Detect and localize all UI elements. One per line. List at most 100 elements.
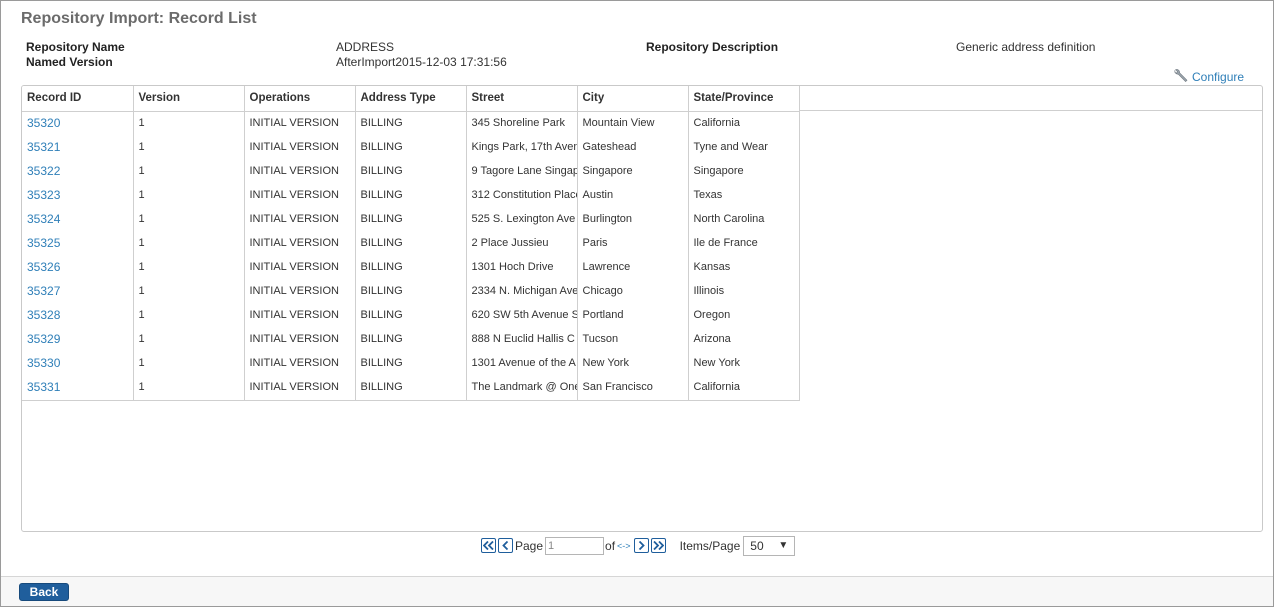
cell-city: Chicago [577, 279, 689, 303]
cell-version: 1 [133, 231, 245, 255]
table-row: 35325 1 INITIAL VERSION BILLING 2 Place Juss… [22, 231, 800, 255]
repository-name-value: ADDRESS [336, 40, 395, 54]
cell-street: 888 N Euclid Hallis C [466, 327, 578, 351]
record-id-link[interactable]: 35330 [22, 351, 134, 375]
record-id-link[interactable]: 35320 [22, 111, 134, 135]
column-header-operations[interactable]: Operations [244, 86, 356, 112]
cell-state-province: Oregon [688, 303, 800, 327]
page-label: Page [515, 538, 544, 553]
cell-address-type: BILLING [355, 327, 467, 351]
cell-street: 2334 N. Michigan Ave [466, 279, 578, 303]
double-chevron-right-icon [652, 541, 664, 550]
cell-city: Tucson [577, 327, 689, 351]
cell-operations: INITIAL VERSION [244, 231, 356, 255]
table-header-row: Record ID ⁀ Version Operations Address Ty… [22, 86, 800, 112]
cell-address-type: BILLING [355, 279, 467, 303]
cell-operations: INITIAL VERSION [244, 207, 356, 231]
cell-address-type: BILLING [355, 207, 467, 231]
cell-version: 1 [133, 255, 245, 279]
table-row: 35328 1 INITIAL VERSION BILLING 620 SW 5th A… [22, 303, 800, 327]
record-id-link[interactable]: 35324 [22, 207, 134, 231]
record-id-link[interactable]: 35327 [22, 279, 134, 303]
cell-city: Mountain View [577, 111, 689, 135]
cell-street: 1301 Hoch Drive [466, 255, 578, 279]
table-row: 35322 1 INITIAL VERSION BILLING 9 Tagore Lan… [22, 159, 800, 183]
cell-state-province: Ile de France [688, 231, 800, 255]
record-id-link[interactable]: 35326 [22, 255, 134, 279]
column-header-state-province[interactable]: State/Province [688, 86, 800, 112]
cell-version: 1 [133, 207, 245, 231]
cell-state-province: Arizona [688, 327, 800, 351]
cell-address-type: BILLING [355, 135, 467, 159]
cell-city: New York [577, 351, 689, 375]
column-header-record-id[interactable]: Record ID ⁀ [22, 86, 134, 112]
cell-address-type: BILLING [355, 255, 467, 279]
cell-operations: INITIAL VERSION [244, 375, 356, 401]
page-number-input[interactable] [545, 536, 605, 555]
items-per-page-select[interactable]: 50 ▼ [743, 535, 796, 556]
cell-version: 1 [133, 135, 245, 159]
cell-street: 1301 Avenue of the A [466, 351, 578, 375]
record-id-link[interactable]: 35329 [22, 327, 134, 351]
cell-address-type: BILLING [355, 351, 467, 375]
repository-name-label: Repository Name [26, 40, 125, 54]
column-header-street[interactable]: Street [466, 86, 578, 112]
cell-address-type: BILLING [355, 231, 467, 255]
column-header-city[interactable]: City [577, 86, 689, 112]
cell-operations: INITIAL VERSION [244, 159, 356, 183]
cell-street: 525 S. Lexington Ave [466, 207, 578, 231]
next-page-button[interactable] [633, 538, 649, 553]
cell-address-type: BILLING [355, 375, 467, 401]
cell-state-province: California [688, 111, 800, 135]
last-page-button[interactable] [650, 538, 666, 553]
record-id-link[interactable]: 35325 [22, 231, 134, 255]
record-grid: Record ID ⁀ Version Operations Address Ty… [21, 85, 1263, 532]
cell-city: Portland [577, 303, 689, 327]
cell-street: 2 Place Jussieu [466, 231, 578, 255]
table-row: 35324 1 INITIAL VERSION BILLING 525 S. Lexin… [22, 207, 800, 231]
back-button[interactable]: Back [19, 583, 69, 601]
cell-version: 1 [133, 279, 245, 303]
first-page-button[interactable] [481, 538, 496, 553]
repository-description-value: Generic address definition [956, 40, 1096, 54]
record-id-link[interactable]: 35322 [22, 159, 134, 183]
cell-address-type: BILLING [355, 183, 467, 207]
grid-header-filler [799, 86, 1262, 111]
record-id-link[interactable]: 35331 [22, 375, 134, 401]
named-version-label: Named Version [26, 55, 113, 69]
cell-city: Gateshead [577, 135, 689, 159]
cell-version: 1 [133, 183, 245, 207]
cell-state-province: Tyne and Wear [688, 135, 800, 159]
named-version-value: AfterImport2015-12-03 17:31:56 [336, 55, 507, 69]
cell-address-type: BILLING [355, 159, 467, 183]
cell-city: Burlington [577, 207, 689, 231]
cell-street: The Landmark @ One [466, 375, 578, 401]
table-row: 35323 1 INITIAL VERSION BILLING 312 Constitu… [22, 183, 800, 207]
wrench-icon [1172, 68, 1189, 85]
page-title: Repository Import: Record List [21, 10, 257, 27]
record-id-link[interactable]: 35328 [22, 303, 134, 327]
record-id-link[interactable]: 35321 [22, 135, 134, 159]
double-chevron-left-icon [483, 541, 494, 550]
cell-operations: INITIAL VERSION [244, 135, 356, 159]
table-row: 35326 1 INITIAL VERSION BILLING 1301 Hoch Dr… [22, 255, 800, 279]
previous-page-button[interactable] [498, 538, 513, 553]
cell-street: 312 Constitution Place [466, 183, 578, 207]
items-per-page-label: Items/Page [679, 538, 741, 553]
table-row: 35331 1 INITIAL VERSION BILLING The Landmark… [22, 375, 800, 401]
cell-version: 1 [133, 111, 245, 135]
column-header-version[interactable]: Version [133, 86, 245, 112]
cell-operations: INITIAL VERSION [244, 111, 356, 135]
configure-button[interactable]: Configure [1172, 68, 1244, 85]
cell-city: Paris [577, 231, 689, 255]
column-header-address-type[interactable]: Address Type [355, 86, 467, 112]
cell-operations: INITIAL VERSION [244, 183, 356, 207]
cell-state-province: Illinois [688, 279, 800, 303]
cell-version: 1 [133, 351, 245, 375]
table-row: 35329 1 INITIAL VERSION BILLING 888 N Euclid… [22, 327, 800, 351]
record-id-link[interactable]: 35323 [22, 183, 134, 207]
cell-state-province: Texas [688, 183, 800, 207]
of-label: of [605, 538, 616, 553]
cell-state-province: California [688, 375, 800, 401]
cell-state-province: Singapore [688, 159, 800, 183]
